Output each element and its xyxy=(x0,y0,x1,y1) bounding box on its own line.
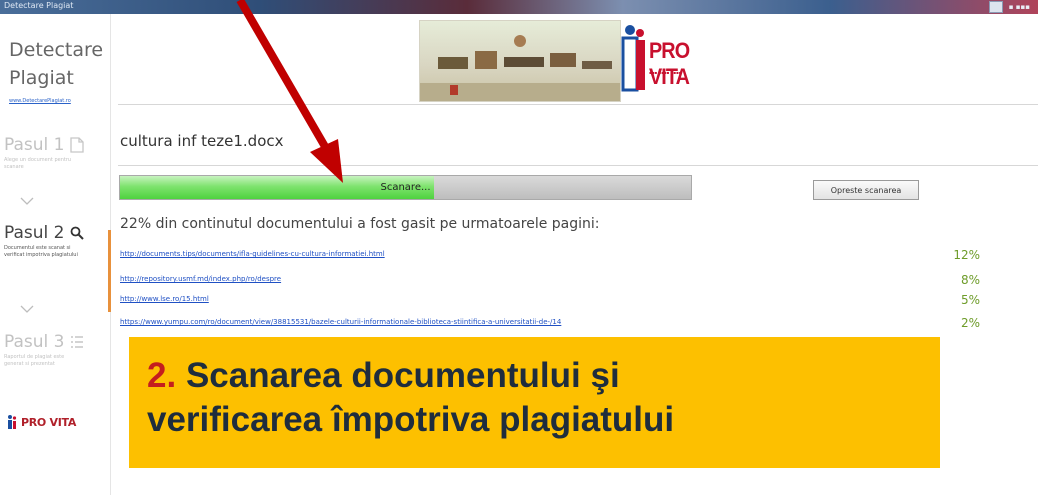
step-1-title: Pasul 1 xyxy=(4,135,65,155)
result-row: http://www.lse.ro/15.html 5% xyxy=(120,293,980,309)
result-percent: 12% xyxy=(953,248,980,262)
pro-vita-figure-icon xyxy=(8,415,17,429)
result-row: http://documents.tips/documents/ifla-gui… xyxy=(120,248,980,264)
search-icon xyxy=(71,226,85,240)
chevron-down-icon xyxy=(20,197,34,205)
step-3-title: Pasul 3 xyxy=(4,332,65,352)
stop-scan-button[interactable]: Opreste scanarea xyxy=(813,180,919,200)
step-2[interactable]: Pasul 2 Documentul este scanat si verifi… xyxy=(4,223,104,259)
banner-street-image xyxy=(419,20,621,102)
brand-name: PRO VITA xyxy=(649,38,690,89)
chevron-down-icon xyxy=(20,305,34,313)
window-control-icon[interactable] xyxy=(988,1,1003,13)
document-filename: cultura inf teze1.docx xyxy=(120,132,284,150)
result-percent: 2% xyxy=(960,316,980,330)
window-title: Detectare Plagiat xyxy=(4,1,74,10)
result-row: http://repository.usmf.md/index.php/ro/d… xyxy=(120,273,980,289)
active-step-indicator xyxy=(108,230,111,312)
progress-label: Scanare... xyxy=(380,182,431,193)
step-1[interactable]: Pasul 1 Alege un document pentru scanare xyxy=(4,135,104,171)
app-title: Detectare Plagiat xyxy=(9,36,103,92)
result-row: https://www.yumpu.com/ro/document/view/3… xyxy=(120,316,980,332)
titlebar-text: ▪ ▪▪▪ xyxy=(1008,3,1030,11)
result-percent: 5% xyxy=(960,293,980,307)
document-icon xyxy=(70,137,85,153)
sidebar-pro-vita-logo: PRO VITA xyxy=(6,414,76,430)
app-title-line1: Detectare xyxy=(9,39,104,61)
pro-vita-logo: PRO VITA ▪▪▪ ▪▪▪▪ ▪▪▪▪ xyxy=(619,20,738,100)
step-3[interactable]: Pasul 3 Raportul de plagiat este generat… xyxy=(4,332,104,368)
brand-tagline: ▪▪▪ ▪▪▪▪ ▪▪▪▪ xyxy=(649,70,682,75)
step-2-title: Pasul 2 xyxy=(4,223,65,243)
file-divider xyxy=(118,165,1038,166)
result-percent: 8% xyxy=(960,273,980,287)
step-2-description: Documentul este scanat si verificat impo… xyxy=(4,245,78,258)
sidebar: Detectare Plagiat www.DetectarePlagiat.r… xyxy=(0,14,111,495)
result-link[interactable]: http://repository.usmf.md/index.php/ro/d… xyxy=(120,275,281,283)
app-title-line2: Plagiat xyxy=(9,67,74,89)
callout-text-line1: Scanarea documentului şi xyxy=(185,356,620,395)
sidebar-logo-text: PRO VITA xyxy=(21,415,77,429)
arrow-shaft xyxy=(236,0,331,153)
scan-progress-bar: Scanare... xyxy=(119,175,692,200)
titlebar-controls: ▪ ▪▪▪ xyxy=(988,0,1030,14)
header-banner: PRO VITA ▪▪▪ ▪▪▪▪ ▪▪▪▪ xyxy=(419,20,738,102)
step-1-description: Alege un document pentru scanare xyxy=(4,157,72,170)
callout-number: 2. xyxy=(147,356,177,395)
header-divider xyxy=(118,104,1038,105)
banner-illustration-icon xyxy=(420,35,620,101)
callout-text-line2: verificarea împotriva plagiatului xyxy=(147,400,675,439)
pro-vita-figure-icon xyxy=(621,25,645,92)
step-3-description: Raportul de plagiat este generat si prez… xyxy=(4,354,65,367)
window-title-bar: Detectare Plagiat ▪ ▪▪▪ xyxy=(0,0,1038,14)
result-link[interactable]: https://www.yumpu.com/ro/document/view/3… xyxy=(120,318,561,326)
result-link[interactable]: http://www.lse.ro/15.html xyxy=(120,295,209,303)
result-link[interactable]: http://documents.tips/documents/ifla-gui… xyxy=(120,250,385,258)
step-callout: 2. Scanarea documentului şi verificarea … xyxy=(129,337,940,468)
website-link[interactable]: www.DetectarePlagiat.ro xyxy=(9,98,71,104)
callout-line1: 2. Scanarea documentului şi xyxy=(147,354,940,398)
list-icon xyxy=(71,336,84,348)
scan-summary: 22% din continutul documentului a fost g… xyxy=(120,216,600,232)
